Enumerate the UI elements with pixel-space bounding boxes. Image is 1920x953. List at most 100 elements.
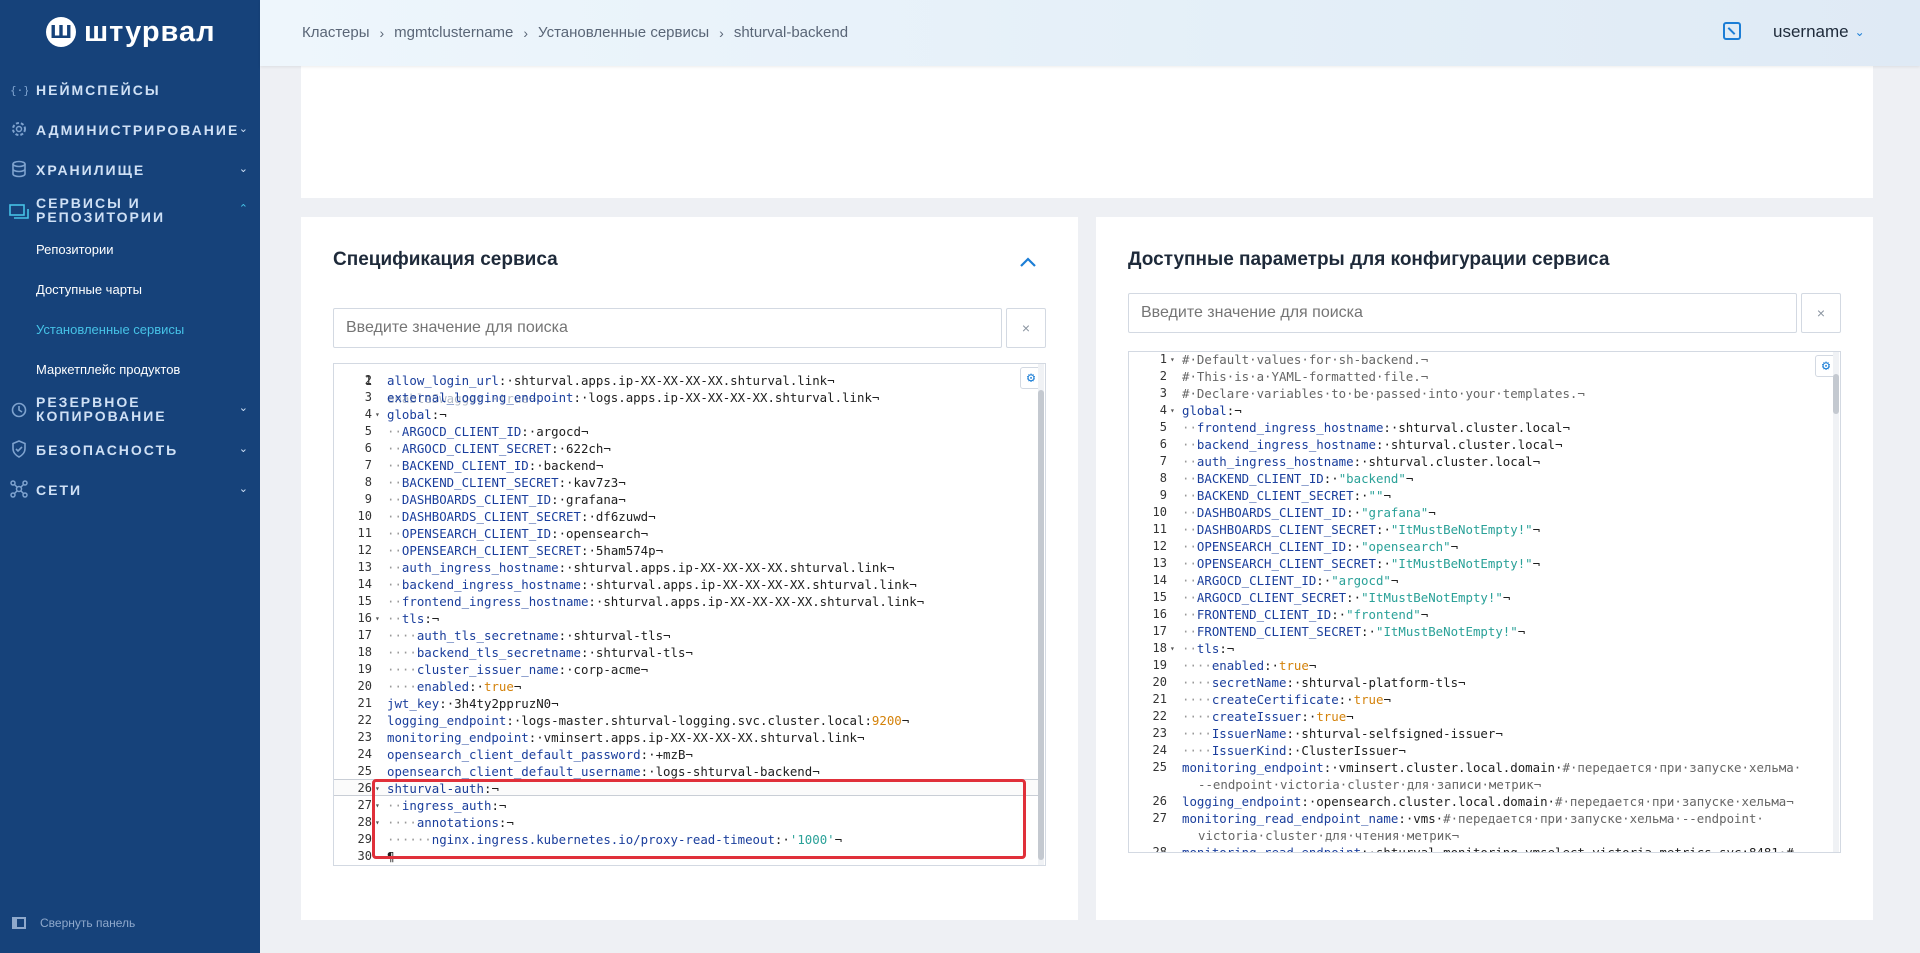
yaml-value: ¬: [431, 611, 440, 626]
sidebar-item-label: ХРАНИЛИЩЕ: [36, 162, 146, 178]
sidebar-item-storage[interactable]: ХРАНИЛИЩЕ ⌄: [0, 159, 260, 179]
sidebar-item-services[interactable]: СЕРВИСЫ И РЕПОЗИТОРИИ ⌃: [0, 196, 260, 224]
yaml-string: "": [1368, 488, 1384, 503]
indent-dots: ··: [1182, 641, 1197, 656]
yaml-comment: victoria·cluster·для·чтения·метрик¬: [1198, 828, 1460, 843]
breadcrumb-clusters[interactable]: Кластеры: [302, 24, 370, 41]
line-number: 27: [1152, 811, 1167, 825]
yaml-string: "grafana": [1361, 505, 1429, 520]
breadcrumb-installed-services[interactable]: Установленные сервисы: [538, 24, 709, 41]
indent-dots: ··: [387, 611, 402, 626]
clear-search-button[interactable]: ×: [1801, 293, 1841, 333]
yaml-key: annotations: [416, 815, 499, 830]
indent-dots: ··: [1182, 437, 1197, 452]
yaml-key: ARGOCD_CLIENT_SECRET: [401, 441, 552, 456]
code-line: 22 ····createIssuer:·true¬: [1129, 708, 1840, 725]
search-input[interactable]: [333, 308, 1002, 348]
yaml-value: ·: [1353, 505, 1362, 520]
sidebar-item-networks[interactable]: СЕТИ ⌄: [0, 479, 260, 499]
scrollbar[interactable]: [1038, 364, 1044, 865]
yaml-colon: :: [1353, 454, 1362, 469]
user-menu[interactable]: username ⌄: [1773, 22, 1865, 42]
scrollbar[interactable]: [1833, 352, 1839, 852]
external-link-icon[interactable]: [1723, 22, 1741, 40]
logo-text: штурвал: [84, 15, 216, 48]
yaml-string: "ItMustBeNotEmpty!": [1361, 590, 1503, 605]
yaml-colon: :: [424, 611, 432, 626]
line-number: 23: [357, 730, 372, 744]
code-text: logging_endpoint:·opensearch.cluster.loc…: [1182, 793, 1794, 810]
code-text: monitoring_endpoint:·vminsert.cluster.lo…: [1182, 759, 1801, 776]
code-line: 14 ··ARGOCD_CLIENT_ID:·"argocd"¬: [1129, 572, 1840, 589]
code-editor-service-spec[interactable]: 1 enableSwagger:·true¬ 2 allow_login_url:…: [333, 363, 1046, 866]
code-text: ··auth_ingress_hostname:·shturval.apps.i…: [387, 559, 894, 576]
sidebar-item-namespaces[interactable]: {·} НЕЙМСПЕЙСЫ: [0, 80, 260, 100]
indent-dots: ··: [387, 441, 402, 456]
scrollbar-thumb[interactable]: [1833, 374, 1839, 414]
code-line: 24 opensearch_client_default_password:·+m…: [334, 746, 1045, 763]
yaml-key: monitoring_endpoint: [1182, 760, 1324, 775]
yaml-value: ·+mzB¬: [648, 747, 693, 762]
yaml-value: ·shturval.apps.ip-XX-XX-XX-XX.shturval.l…: [595, 594, 925, 609]
line-number: 18: [1152, 641, 1167, 655]
yaml-colon: :: [588, 594, 596, 609]
code-text: ··FRONTEND_CLIENT_SECRET:·"ItMustBeNotEm…: [1182, 623, 1525, 640]
breadcrumb-cluster[interactable]: mgmtclustername: [394, 24, 513, 41]
sidebar-item-backup[interactable]: РЕЗЕРВНОЕ КОПИРОВАНИЕ ⌄: [0, 395, 260, 423]
yaml-colon: :: [1264, 658, 1272, 673]
yaml-key: enabled: [1211, 658, 1265, 673]
sidebar-subitem-installed-services[interactable]: Установленные сервисы: [36, 322, 184, 337]
yaml-colon: :: [1361, 624, 1369, 639]
yaml-comment: #·передается·при·запуске·хельма·: [1562, 760, 1802, 775]
line-number: 7: [364, 458, 372, 472]
collapse-panel-button[interactable]: Свернуть панель: [12, 916, 135, 930]
line-number: 4: [364, 407, 372, 421]
sidebar-subitem-marketplace[interactable]: Маркетплейс продуктов: [36, 362, 180, 377]
code-text: ··frontend_ingress_hostname:·shturval.ap…: [387, 593, 924, 610]
yaml-comment: #·Declare·variables·to·be·passed·into·yo…: [1182, 386, 1585, 401]
sidebar-subitem-repositories[interactable]: Репозитории: [36, 242, 113, 257]
code-text: ····secretName:·shturval-platform-tls¬: [1182, 674, 1466, 691]
chevron-up-icon[interactable]: [1019, 255, 1039, 275]
line-number: 11: [357, 526, 372, 540]
yaml-string: '1000': [789, 832, 835, 847]
yaml-value: ·5ham574p¬: [588, 543, 664, 558]
code-line: 30 ¶: [334, 848, 1045, 865]
logo[interactable]: Ш штурвал: [46, 14, 216, 50]
line-number: 15: [1152, 590, 1167, 604]
gear-icon: [8, 118, 30, 140]
line-number: 22: [357, 713, 372, 727]
services-icon: [8, 200, 30, 222]
code-text: ··DASHBOARDS_CLIENT_ID:·grafana¬: [387, 491, 626, 508]
yaml-bool: true: [1279, 658, 1309, 673]
yaml-key: BACKEND_CLIENT_ID: [401, 458, 529, 473]
scrollbar-thumb[interactable]: [1038, 390, 1044, 860]
yaml-colon: :: [1353, 488, 1362, 503]
yaml-colon: :: [1398, 811, 1406, 826]
sidebar-item-security[interactable]: БЕЗОПАСНОСТЬ ⌄: [0, 439, 260, 459]
yaml-key: opensearch_client_default_username: [387, 764, 641, 779]
indent-dots: ··: [1182, 573, 1197, 588]
code-text: ··backend_ingress_hostname:·shturval.clu…: [1182, 436, 1562, 453]
code-editor-config-params[interactable]: 1 ▾ #·Default·values·for·sh-backend.¬ 2 #·Th…: [1128, 351, 1841, 853]
yaml-value: ¬: [1346, 709, 1354, 724]
indent-dots: ··: [387, 577, 402, 592]
sidebar-subitem-charts[interactable]: Доступные чарты: [36, 282, 142, 297]
search-input[interactable]: [1128, 293, 1797, 333]
fold-arrow-icon: ▾: [1170, 355, 1175, 364]
code-line: 11 ··OPENSEARCH_CLIENT_ID:·opensearch¬: [334, 525, 1045, 542]
yaml-value: ¬: [1390, 573, 1399, 588]
code-line: 17 ····auth_tls_secretname:·shturval-tls¬: [334, 627, 1045, 644]
code-line: 20 ····enabled:·true¬: [334, 678, 1045, 695]
code-text: ··BACKEND_CLIENT_SECRET:·kav7z3¬: [387, 474, 626, 491]
line-number: 27: [357, 798, 372, 812]
code-line: 8 ··BACKEND_CLIENT_ID:·"backend"¬: [1129, 470, 1840, 487]
yaml-value: ¬: [1450, 539, 1459, 554]
yaml-colon: :: [1331, 607, 1339, 622]
yaml-value: ·grafana¬: [558, 492, 626, 507]
sidebar-item-administration[interactable]: АДМИНИСТРИРОВАНИЕ ⌄: [0, 119, 260, 139]
clear-search-button[interactable]: ×: [1006, 308, 1046, 348]
yaml-key: BACKEND_CLIENT_SECRET: [1196, 488, 1354, 503]
code-line: 4 ▾ global:¬: [1129, 402, 1840, 419]
code-text: external_logging_endpoint:·logs.apps.ip-…: [387, 389, 879, 406]
